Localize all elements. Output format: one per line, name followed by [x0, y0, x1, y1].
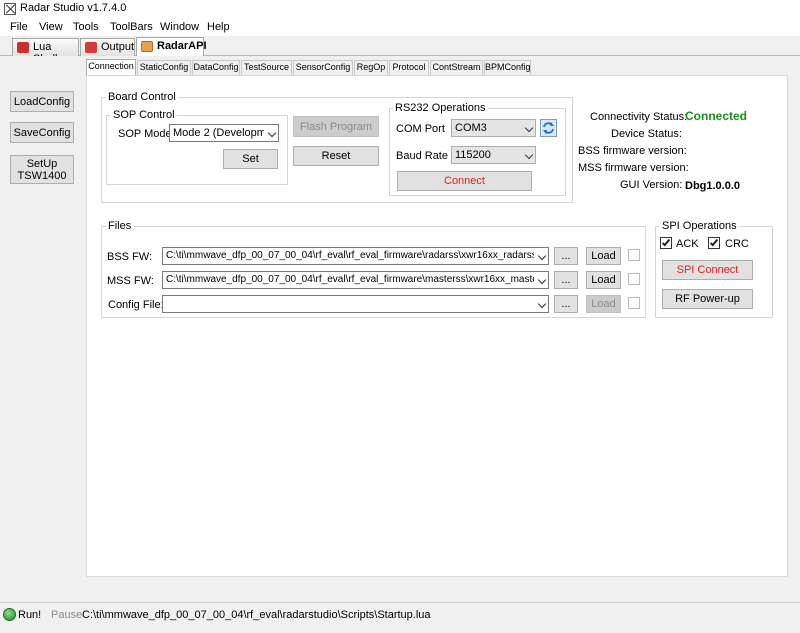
title-bar: Radar Studio v1.7.4.0: [0, 0, 800, 18]
mss-fw-path-select[interactable]: C:\ti\mmwave_dfp_00_07_00_04\rf_eval\rf_…: [162, 271, 549, 289]
tab-staticconfig[interactable]: StaticConfig: [137, 60, 191, 75]
chevron-down-icon: [537, 275, 547, 285]
mss-load-button[interactable]: Load: [586, 271, 621, 289]
sop-mode-label: SOP Mode: [118, 128, 172, 140]
config-file-label: Config File:: [108, 299, 164, 311]
refresh-ports-button[interactable]: [540, 119, 557, 137]
tab-sensorconfig[interactable]: SensorConfig: [293, 60, 353, 75]
gui-version-label: GUI Version:: [620, 179, 683, 191]
script-path: C:\ti\mmwave_dfp_00_07_00_04\rf_eval\rad…: [82, 609, 431, 621]
ack-label: ACK: [676, 238, 699, 250]
flash-program-button[interactable]: Flash Program: [293, 116, 379, 137]
spi-operations-title: SPI Operations: [660, 220, 739, 232]
tab-protocol[interactable]: Protocol: [389, 60, 429, 75]
output-icon: [85, 42, 97, 53]
tab-dataconfig[interactable]: DataConfig: [192, 60, 240, 75]
tab-testsource[interactable]: TestSource: [241, 60, 292, 75]
menu-bar: File View Tools ToolBars Window Help: [0, 18, 800, 36]
bss-fw-path-select[interactable]: C:\ti\mmwave_dfp_00_07_00_04\rf_eval\rf_…: [162, 247, 549, 265]
com-port-label: COM Port: [396, 123, 445, 135]
tab-regop[interactable]: RegOp: [354, 60, 388, 75]
bss-fw-label: BSS FW:: [107, 251, 153, 263]
chevron-down-icon: [524, 123, 534, 133]
tab-radarapi[interactable]: RadarAPI: [136, 37, 207, 57]
check-icon: [709, 237, 719, 247]
load-config-button[interactable]: LoadConfig: [10, 91, 74, 112]
menu-tools[interactable]: Tools: [73, 21, 99, 33]
tab-connection[interactable]: Connection: [86, 59, 136, 76]
run-button[interactable]: Run!: [18, 609, 41, 621]
mss-firmware-version-label: MSS firmware version:: [578, 162, 689, 174]
run-icon[interactable]: [3, 608, 16, 621]
refresh-icon: [543, 122, 554, 134]
check-icon: [661, 237, 671, 247]
window-title: Radar Studio v1.7.4.0: [20, 2, 127, 14]
files-title: Files: [106, 220, 134, 232]
board-control-title: Board Control: [106, 91, 178, 103]
rs232-operations-title: RS232 Operations: [393, 102, 488, 114]
menu-toolbars[interactable]: ToolBars: [110, 21, 153, 33]
chevron-down-icon: [524, 150, 534, 160]
gui-version-value: Dbg1.0.0.0: [685, 180, 741, 192]
config-load-button[interactable]: Load: [586, 295, 621, 313]
app-icon: [4, 3, 16, 15]
sop-control-title: SOP Control: [111, 109, 177, 121]
sop-set-button[interactable]: Set: [223, 149, 278, 169]
bss-browse-button[interactable]: ...: [554, 247, 578, 265]
rf-power-up-button[interactable]: RF Power-up: [662, 289, 753, 309]
tab-output[interactable]: Output: [80, 38, 135, 56]
config-browse-button[interactable]: ...: [554, 295, 578, 313]
connectivity-status-label: Connectivity Status:: [590, 111, 688, 123]
mss-browse-button[interactable]: ...: [554, 271, 578, 289]
connectivity-status-value: Connected: [685, 109, 748, 123]
bss-firmware-version-label: BSS firmware version:: [578, 145, 687, 157]
baud-rate-select[interactable]: 115200: [451, 146, 536, 164]
mss-fw-label: MSS FW:: [107, 275, 154, 287]
crc-checkbox[interactable]: [708, 237, 720, 249]
config-load-checkbox[interactable]: [628, 297, 640, 309]
mss-load-checkbox[interactable]: [628, 273, 640, 285]
lua-shell-icon: [17, 42, 29, 53]
bss-load-checkbox[interactable]: [628, 249, 640, 261]
ack-checkbox[interactable]: [660, 237, 672, 249]
spi-connect-button[interactable]: SPI Connect: [662, 260, 753, 280]
radar-api-icon: [141, 41, 153, 52]
tab-contstream[interactable]: ContStream: [430, 60, 483, 75]
document-tab-strip: Lua Shell Output RadarAPI: [0, 36, 800, 65]
chevron-down-icon: [267, 128, 277, 138]
device-status-label: Device Status:: [611, 128, 682, 140]
config-file-path-select[interactable]: [162, 295, 549, 313]
connect-button[interactable]: Connect: [397, 171, 532, 191]
menu-window[interactable]: Window: [160, 21, 199, 33]
status-bar: Run! Pause C:\ti\mmwave_dfp_00_07_00_04\…: [0, 602, 800, 633]
baud-rate-label: Baud Rate: [396, 150, 448, 162]
sop-mode-select[interactable]: Mode 2 (Developmen: [169, 124, 279, 142]
setup-tsw1400-button[interactable]: SetUp TSW1400: [10, 155, 74, 184]
save-config-button[interactable]: SaveConfig: [10, 122, 74, 143]
menu-help[interactable]: Help: [207, 21, 230, 33]
crc-label: CRC: [725, 238, 749, 250]
menu-file[interactable]: File: [10, 21, 28, 33]
bss-load-button[interactable]: Load: [586, 247, 621, 265]
pause-button[interactable]: Pause: [51, 609, 82, 621]
tab-bpmconfig[interactable]: BPMConfig: [484, 60, 531, 75]
chevron-down-icon: [537, 299, 547, 309]
com-port-select[interactable]: COM3: [451, 119, 536, 137]
reset-button[interactable]: Reset: [293, 146, 379, 166]
tab-lua-shell[interactable]: Lua Shell: [12, 38, 79, 65]
menu-view[interactable]: View: [39, 21, 63, 33]
chevron-down-icon: [537, 251, 547, 261]
